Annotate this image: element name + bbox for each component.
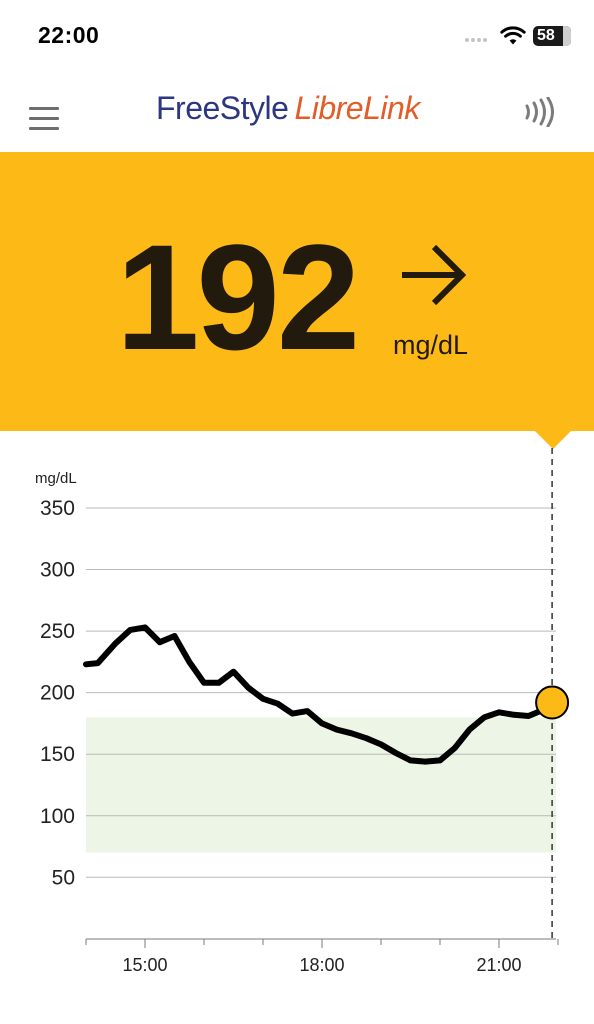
nfc-scan-icon[interactable] — [521, 97, 557, 127]
status-time: 22:00 — [38, 22, 100, 48]
glucose-unit: mg/dL — [393, 330, 469, 360]
target-range-band — [86, 717, 556, 853]
glucose-value: 192 — [116, 213, 360, 381]
brand-freestyle: FreeStyle — [156, 90, 289, 126]
wifi-icon — [500, 26, 526, 45]
status-bar: 22:00 58 — [0, 0, 594, 70]
y-tick-label-350: 350 — [40, 497, 75, 520]
x-tick-label-1500: 15:00 — [122, 955, 167, 975]
app-logo: FreeStyle LibreLink — [156, 90, 420, 127]
hamburger-menu-icon[interactable] — [29, 107, 59, 131]
current-reading-banner: 192 mg/dL — [0, 152, 594, 431]
y-tick-label-150: 150 — [40, 743, 75, 766]
x-tick-label-2100: 21:00 — [476, 955, 521, 975]
y-tick-label-300: 300 — [40, 559, 75, 582]
current-reading-point — [535, 685, 570, 720]
y-axis-unit-label: mg/dL — [35, 470, 77, 487]
trend-arrow-right-icon — [402, 244, 467, 306]
battery-indicator: 58 — [533, 26, 571, 46]
y-tick-label-250: 250 — [40, 620, 75, 643]
x-tick-label-1800: 18:00 — [299, 955, 344, 975]
y-tick-label-200: 200 — [40, 682, 75, 705]
app-header: FreeStyle LibreLink — [0, 70, 594, 152]
y-tick-label-50: 50 — [52, 866, 75, 889]
brand-librelink: LibreLink — [294, 90, 420, 126]
cellular-signal-icon — [465, 38, 487, 42]
y-tick-label-100: 100 — [40, 805, 75, 828]
glucose-chart: mg/dL 50 100 150 200 250 300 350 15:00 18:00 21:0… — [35, 448, 570, 975]
battery-level: 58 — [537, 27, 555, 44]
